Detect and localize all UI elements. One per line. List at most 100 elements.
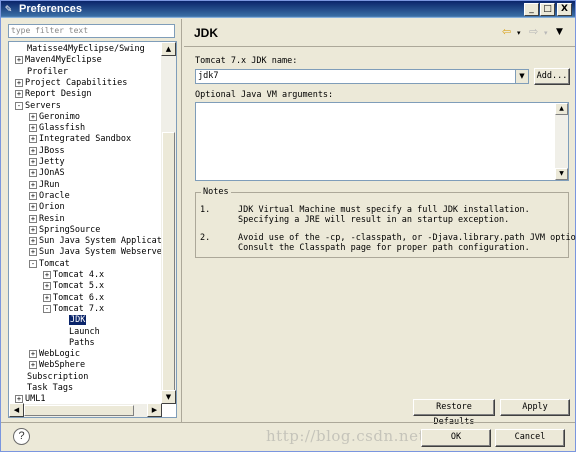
expand-icon[interactable]: + <box>29 135 37 144</box>
tree-item[interactable]: JDK <box>69 315 87 326</box>
tree-item-label: Project Capabilities <box>25 77 128 88</box>
tree-item[interactable]: + WebSphere <box>29 360 85 371</box>
expand-icon[interactable]: + <box>29 361 37 370</box>
expand-icon[interactable]: + <box>29 350 37 359</box>
tree-item-label: Report Design <box>25 89 92 100</box>
tree-item[interactable]: + Report Design <box>15 89 92 100</box>
preferences-window: ✎ Preferences _ □ X type filter text Mat… <box>0 0 576 452</box>
tree-item[interactable]: Paths <box>69 338 95 349</box>
tree-item-label: Task Tags <box>27 383 74 393</box>
help-icon[interactable]: ? <box>13 428 30 445</box>
apply-button[interactable]: Apply <box>500 399 570 416</box>
tree-item[interactable]: + WebLogic <box>29 349 80 360</box>
textarea-scroll-up[interactable]: ▲ <box>555 103 568 115</box>
tree-vertical-scrollbar[interactable]: ▲ ▼ <box>161 42 176 404</box>
tree-item[interactable]: + Project Capabilities <box>15 78 127 89</box>
cancel-button[interactable]: Cancel <box>495 429 565 447</box>
preferences-tree[interactable]: Matisse4MyEclipse/Swing + Maven4MyEclipse P… <box>8 41 177 418</box>
tree-item[interactable]: - Tomcat 7.x <box>43 304 104 315</box>
tree-item[interactable]: + SpringSource <box>29 225 100 236</box>
view-menu-icon[interactable]: ▼ <box>556 27 563 37</box>
tree-item[interactable]: + Sun Java System Webserve <box>29 247 162 258</box>
expand-icon[interactable]: + <box>29 180 37 189</box>
expand-icon[interactable]: + <box>29 203 37 212</box>
tree-item[interactable]: + Glassfish <box>29 123 85 134</box>
tree-item[interactable]: + Resin <box>29 214 65 225</box>
maximize-button[interactable]: □ <box>540 3 555 16</box>
textarea-scroll-down[interactable]: ▼ <box>555 168 568 180</box>
scroll-thumb[interactable] <box>162 132 175 394</box>
tree-item[interactable]: Subscription <box>27 372 88 383</box>
expand-icon[interactable]: + <box>29 146 37 155</box>
expand-icon[interactable]: + <box>43 282 51 291</box>
back-arrow-icon[interactable]: ⇦ <box>502 25 511 38</box>
expand-icon[interactable]: + <box>29 248 37 257</box>
expand-icon[interactable]: + <box>29 237 37 246</box>
tree-item[interactable]: + Geronimo <box>29 112 80 123</box>
h-scroll-thumb[interactable] <box>24 405 134 416</box>
restore-defaults-button[interactable]: Restore Defaults <box>413 399 495 427</box>
collapse-icon[interactable]: - <box>15 101 23 110</box>
tree-item[interactable]: + Jetty <box>29 157 65 168</box>
tree-item[interactable]: - Tomcat <box>29 259 70 270</box>
textarea-scrollbar[interactable]: ▲ ▼ <box>555 103 568 180</box>
tree-item[interactable]: + Tomcat 4.x <box>43 270 104 281</box>
scroll-left-button[interactable]: ◀ <box>9 403 24 417</box>
scroll-down-button[interactable]: ▼ <box>161 390 176 404</box>
back-dropdown-icon[interactable]: ▾ <box>517 29 521 37</box>
scroll-right-button[interactable]: ▶ <box>147 403 162 417</box>
tree-item[interactable]: + Tomcat 6.x <box>43 293 104 304</box>
tree-item[interactable]: Launch <box>69 327 100 338</box>
expand-icon[interactable]: + <box>15 90 23 99</box>
tree-item[interactable]: + Maven4MyEclipse <box>15 55 102 66</box>
vm-args-textarea[interactable]: ▲ ▼ <box>195 102 569 181</box>
note-1-number: 1. <box>200 205 211 215</box>
tree-item[interactable]: + Sun Java System Applicat <box>29 236 162 247</box>
note-2-text: Avoid use of the -cp, -classpath, or -Dj… <box>238 233 576 253</box>
tree-item[interactable]: - Servers <box>15 101 61 112</box>
expand-icon[interactable]: + <box>29 158 37 166</box>
expand-icon[interactable]: + <box>15 78 23 87</box>
collapse-icon[interactable]: - <box>29 259 37 268</box>
expand-icon[interactable]: + <box>15 56 23 65</box>
expand-icon[interactable]: + <box>43 293 51 302</box>
tree-item[interactable]: + JRun <box>29 180 59 191</box>
tree-item-label: Subscription <box>27 371 89 382</box>
tree-item-label: Sun Java System Webserve <box>39 247 162 258</box>
splitter[interactable] <box>181 19 182 422</box>
preferences-icon: ✎ <box>5 2 12 15</box>
close-button[interactable]: X <box>557 3 572 16</box>
forward-dropdown-icon[interactable]: ▾ <box>544 29 548 37</box>
filter-input[interactable]: type filter text <box>8 24 175 38</box>
tree-item[interactable]: + JOnAS <box>29 168 65 179</box>
title-bar[interactable]: ✎ Preferences _ □ X <box>1 1 575 18</box>
add-jdk-button[interactable]: Add... <box>534 68 570 85</box>
forward-arrow-icon[interactable]: ⇨ <box>529 25 538 38</box>
expand-icon[interactable]: + <box>29 112 37 121</box>
tree-item[interactable]: + JBoss <box>29 146 65 157</box>
expand-icon[interactable]: + <box>29 124 37 133</box>
collapse-icon[interactable]: - <box>43 304 51 313</box>
tree-item[interactable]: + Integrated Sandbox <box>29 134 131 145</box>
chevron-down-icon[interactable]: ▼ <box>515 70 528 83</box>
page-title: JDK <box>194 26 219 40</box>
expand-icon[interactable]: + <box>29 169 37 178</box>
expand-icon[interactable]: + <box>29 214 37 223</box>
tree-item[interactable]: + Orion <box>29 202 65 213</box>
tree-item[interactable]: Task Tags <box>27 383 73 394</box>
tree-item[interactable]: Matisse4MyEclipse/Swing <box>27 44 145 55</box>
expand-icon[interactable]: + <box>43 271 51 279</box>
tree-horizontal-scrollbar[interactable]: ◀ ▶ <box>9 403 162 417</box>
expand-icon[interactable]: + <box>29 225 37 234</box>
tree-item[interactable]: + Tomcat 5.x <box>43 281 104 292</box>
tree-item-label: Jetty <box>39 157 65 167</box>
tree-item-label: Geronimo <box>39 111 80 122</box>
expand-icon[interactable]: + <box>29 191 37 200</box>
note-1-text: JDK Virtual Machine must specify a full … <box>238 205 530 225</box>
jdk-name-combo[interactable]: jdk7 ▼ <box>195 69 529 84</box>
tree-item[interactable]: + Oracle <box>29 191 70 202</box>
minimize-button[interactable]: _ <box>524 3 539 16</box>
ok-button[interactable]: OK <box>421 429 491 447</box>
scroll-up-button[interactable]: ▲ <box>161 42 176 56</box>
tree-item[interactable]: Profiler <box>27 67 68 78</box>
